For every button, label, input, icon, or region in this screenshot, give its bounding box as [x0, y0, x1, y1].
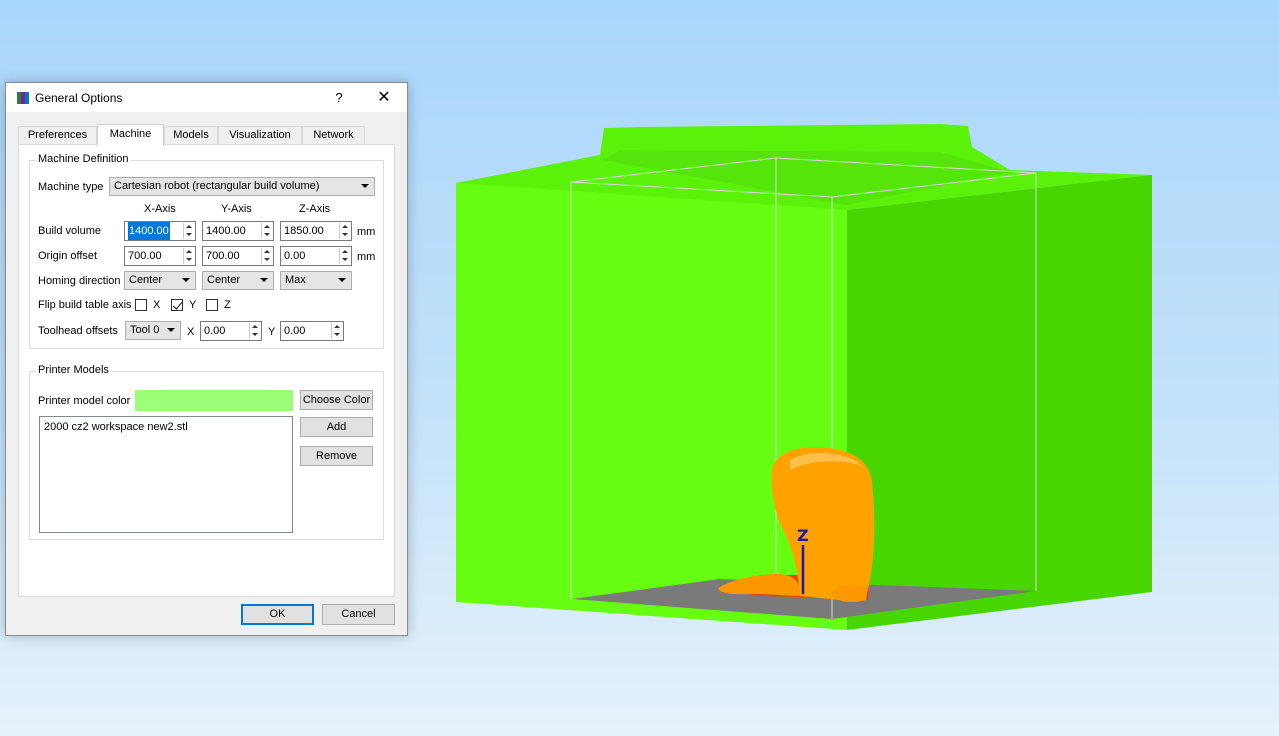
toolhead-offsets-label: Toolhead offsets	[38, 325, 118, 337]
build-volume-y-value: 1400.00	[206, 225, 246, 237]
help-button[interactable]: ?	[317, 83, 361, 112]
homing-direction-label: Homing direction	[38, 275, 121, 287]
cancel-button[interactable]: Cancel	[322, 604, 395, 625]
spin-buttons[interactable]	[261, 248, 272, 264]
origin-offset-x-input[interactable]: 700.00	[124, 246, 196, 266]
printer-model-color-label: Printer model color	[38, 395, 131, 407]
toolhead-x-value: 0.00	[204, 325, 226, 337]
toolhead-y-label: Y	[268, 326, 276, 338]
chevron-down-icon	[338, 278, 346, 282]
machine-tab-panel: Machine Definition Machine type Cartesia…	[18, 144, 395, 597]
machine-type-select[interactable]: Cartesian robot (rectangular build volum…	[109, 177, 375, 196]
toolhead-select[interactable]: Tool 0	[125, 321, 181, 340]
printer-models-group: Printer Models Printer model color Choos…	[29, 364, 384, 540]
homing-x-value: Center	[129, 274, 163, 286]
build-volume-z-value: 1850.00	[284, 225, 324, 237]
tab-preferences[interactable]: Preferences	[18, 126, 97, 145]
flip-z-label: Z	[224, 299, 231, 311]
origin-offset-label: Origin offset	[38, 250, 98, 262]
spin-buttons[interactable]	[183, 223, 194, 239]
homing-y-value: Center	[207, 274, 241, 286]
origin-offset-y-input[interactable]: 700.00	[202, 246, 274, 266]
flip-y-label: Y	[189, 299, 197, 311]
tab-visualization[interactable]: Visualization	[218, 126, 302, 145]
spin-buttons[interactable]	[331, 323, 342, 339]
close-icon: ✕	[377, 89, 391, 106]
origin-offset-y-value: 700.00	[206, 250, 240, 262]
machine-definition-group: Machine Definition Machine type Cartesia…	[29, 153, 384, 349]
tab-network[interactable]: Network	[302, 126, 365, 145]
ok-button[interactable]: OK	[241, 604, 314, 625]
origin-offset-unit: mm	[357, 251, 376, 263]
build-volume-x-value: 1400.00	[128, 222, 170, 240]
flip-z-checkbox[interactable]	[206, 299, 218, 311]
homing-z-value: Max	[285, 274, 306, 286]
origin-offset-z-input[interactable]: 0.00	[280, 246, 352, 266]
machine-definition-title: Machine Definition	[36, 153, 131, 165]
remove-button[interactable]: Remove	[300, 446, 373, 466]
z-axis-header: Z-Axis	[299, 203, 331, 215]
tab-models[interactable]: Models	[164, 126, 218, 145]
build-volume-label: Build volume	[38, 225, 101, 237]
homing-direction-x-select[interactable]: Center	[124, 271, 196, 290]
spin-buttons[interactable]	[261, 223, 272, 239]
flip-y-checkbox[interactable]	[171, 299, 183, 311]
toolhead-y-input[interactable]: 0.00	[280, 321, 344, 341]
printer-left-face	[456, 162, 847, 630]
add-button[interactable]: Add	[300, 417, 373, 437]
printer-models-list[interactable]: 2000 cz2 workspace new2.stl	[39, 416, 293, 533]
machine-type-label: Machine type	[38, 181, 104, 193]
title-bar[interactable]: General Options ? ✕	[6, 83, 407, 112]
window-title: General Options	[35, 91, 123, 105]
printer-model-color-swatch[interactable]	[135, 390, 293, 411]
spin-buttons[interactable]	[183, 248, 194, 264]
spin-buttons[interactable]	[339, 223, 350, 239]
flip-axis-label: Flip build table axis	[38, 299, 132, 311]
close-button[interactable]: ✕	[362, 83, 406, 112]
homing-direction-y-select[interactable]: Center	[202, 271, 274, 290]
flip-x-label: X	[153, 299, 161, 311]
build-volume-x-input[interactable]: 1400.00	[124, 221, 196, 241]
chevron-down-icon	[361, 184, 369, 188]
chevron-down-icon	[167, 328, 175, 332]
chevron-down-icon	[182, 278, 190, 282]
flip-x-checkbox[interactable]	[135, 299, 147, 311]
x-axis-header: X-Axis	[144, 203, 176, 215]
build-volume-unit: mm	[357, 226, 376, 238]
toolhead-value: Tool 0	[130, 324, 160, 336]
homing-direction-z-select[interactable]: Max	[280, 271, 352, 290]
printer-right-face	[847, 175, 1152, 630]
chevron-down-icon	[260, 278, 268, 282]
printer-models-title: Printer Models	[36, 364, 111, 376]
tab-machine[interactable]: Machine	[97, 124, 164, 146]
toolhead-x-input[interactable]: 0.00	[200, 321, 262, 341]
build-volume-z-input[interactable]: 1850.00	[280, 221, 352, 241]
build-volume-y-input[interactable]: 1400.00	[202, 221, 274, 241]
app-logo-icon	[17, 92, 29, 104]
y-axis-header: Y-Axis	[221, 203, 252, 215]
toolhead-y-value: 0.00	[284, 325, 306, 337]
choose-color-button[interactable]: Choose Color	[300, 390, 373, 410]
origin-offset-z-value: 0.00	[284, 250, 306, 262]
spin-buttons[interactable]	[339, 248, 350, 264]
z-axis-label: Z	[797, 526, 809, 545]
machine-type-value: Cartesian robot (rectangular build volum…	[114, 180, 320, 192]
toolhead-x-label: X	[187, 326, 195, 338]
list-item[interactable]: 2000 cz2 workspace new2.stl	[44, 421, 188, 433]
origin-offset-x-value: 700.00	[128, 250, 162, 262]
general-options-dialog: General Options ? ✕ Preferences Machine …	[5, 82, 408, 636]
spin-buttons[interactable]	[249, 323, 260, 339]
